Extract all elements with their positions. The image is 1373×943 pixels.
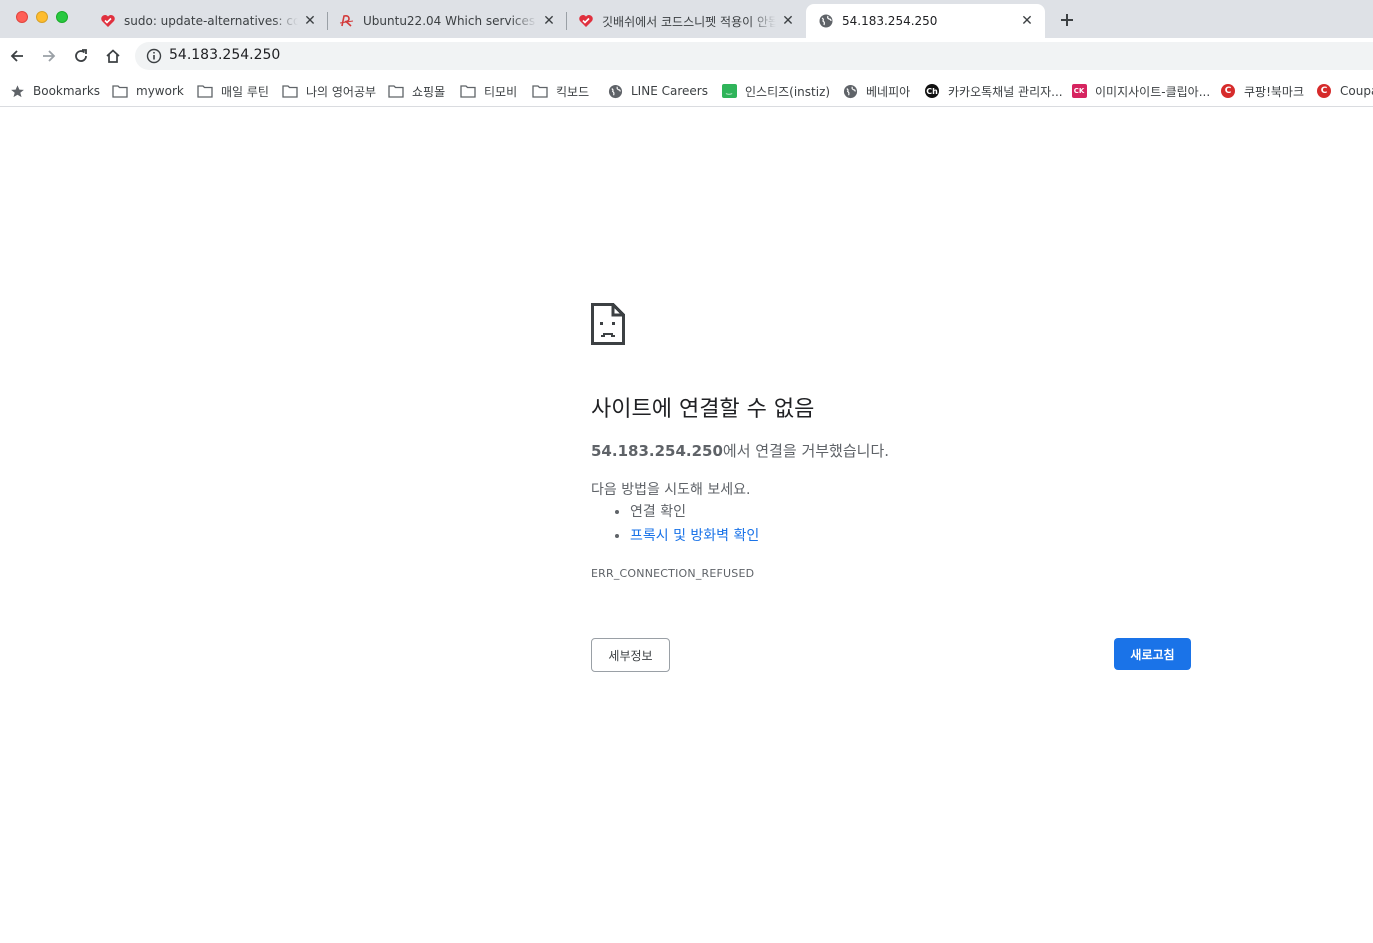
folder-icon (282, 83, 298, 99)
bookmark-label: 이미지사이트-클립아... (1095, 84, 1211, 99)
bookmark-label: 카카오톡채널 관리자... (948, 84, 1063, 99)
bookmark-benepia[interactable]: 베네피아 (842, 80, 910, 102)
suggestion-check-connection: 연결 확인 (630, 503, 759, 527)
error-heading: 사이트에 연결할 수 없음 (591, 397, 815, 422)
bookmark-bookmarks[interactable]: Bookmarks (9, 80, 100, 102)
tab-3[interactable]: 깃배쉬에서 코드스니펫 적용이 안됩니다 ✕ (566, 4, 806, 38)
arrow-left-icon (10, 50, 23, 62)
coupang-icon: C (1220, 83, 1236, 99)
home-button[interactable] (101, 44, 125, 68)
close-icon[interactable]: ✕ (541, 13, 557, 29)
address-bar[interactable]: 54.183.254.250 (135, 42, 1373, 70)
r-logo-icon (339, 13, 355, 29)
zoom-window-button[interactable] (56, 11, 68, 23)
arrow-right-icon (43, 50, 56, 62)
bookmark-folder-kickboard[interactable]: 킥보드 (532, 80, 589, 102)
bookmark-label: 쇼핑몰 (412, 84, 446, 99)
folder-icon (112, 83, 128, 99)
tab-title: 깃배쉬에서 코드스니펫 적용이 안됩니다 (602, 14, 776, 29)
tab-title: sudo: update-alternatives: command not f… (124, 14, 298, 28)
home-icon (106, 49, 120, 63)
coupang-icon: C (1316, 83, 1332, 99)
tab-title: 54.183.254.250 (842, 14, 938, 28)
error-description-text: 에서 연결을 거부했습니다. (722, 442, 890, 460)
bookmark-label: 티모비 (484, 84, 518, 99)
tab-strip: sudo: update-alternatives: command not f… (0, 0, 1373, 38)
bookmark-label: Coupa (1340, 84, 1373, 98)
bookmark-label: 킥보드 (556, 84, 590, 99)
globe-icon (818, 13, 834, 29)
info-icon[interactable] (146, 48, 162, 64)
suggestions-list: 연결 확인 프록시 및 방화벽 확인 (613, 503, 759, 551)
reload-page-button[interactable]: 새로고침 (1114, 638, 1191, 670)
error-description: 54.183.254.250에서 연결을 거부했습니다. (591, 440, 889, 461)
proxy-firewall-link[interactable]: 프록시 및 방화벽 확인 (630, 528, 759, 544)
close-icon[interactable]: ✕ (1019, 13, 1035, 29)
tab-1[interactable]: sudo: update-alternatives: command not f… (88, 4, 328, 38)
bookmark-label: 인스티즈(instiz) (745, 84, 831, 99)
bookmark-folder-mywork[interactable]: mywork (112, 80, 184, 102)
bookmarks-bar: Bookmarks mywork 매일 루틴 나의 영어공부 쇼핑몰 티모비 킥… (0, 74, 1373, 107)
bookmark-line-careers[interactable]: LINE Careers (607, 80, 708, 102)
bookmark-label: Bookmarks (33, 84, 101, 98)
heart-logo-icon (578, 13, 594, 29)
bookmark-clipart[interactable]: CK 이미지사이트-클립아... (1071, 80, 1210, 102)
bookmark-folder-routine[interactable]: 매일 루틴 (197, 80, 269, 102)
bookmark-label: 베네피아 (866, 84, 911, 99)
folder-icon (388, 83, 404, 99)
tab-4-active[interactable]: 54.183.254.250 ✕ (806, 4, 1045, 38)
bookmark-label: 매일 루틴 (221, 84, 269, 99)
forward-button[interactable] (37, 44, 61, 68)
close-icon[interactable]: ✕ (302, 13, 318, 29)
reload-icon (75, 49, 87, 62)
plus-icon (1061, 14, 1073, 26)
bookmark-coupang[interactable]: C 쿠팡!북마크 (1220, 80, 1304, 102)
instiz-icon: ‿ (721, 83, 737, 99)
new-tab-button[interactable] (1056, 9, 1078, 31)
details-button[interactable]: 세부정보 (591, 638, 670, 672)
suggestion-check-proxy-firewall: 프록시 및 방화벽 확인 (630, 527, 759, 551)
bookmark-label: mywork (136, 84, 184, 98)
error-code: ERR_CONNECTION_REFUSED (591, 567, 755, 580)
folder-icon (532, 83, 548, 99)
bookmark-coupang-2[interactable]: C Coupa (1316, 80, 1373, 102)
sad-document-icon (591, 303, 625, 345)
bookmark-label: 쿠팡!북마크 (1244, 84, 1305, 99)
folder-icon (197, 83, 213, 99)
ck-icon: CK (1071, 83, 1087, 99)
globe-icon (842, 83, 858, 99)
minimize-window-button[interactable] (36, 11, 48, 23)
suggestions-intro: 다음 방법을 시도해 보세요. (591, 482, 751, 498)
reload-button[interactable] (69, 44, 93, 68)
channel-icon: Ch (924, 83, 940, 99)
error-host: 54.183.254.250 (591, 442, 723, 460)
heart-logo-icon (100, 13, 116, 29)
bookmark-label: LINE Careers (631, 84, 708, 98)
bookmark-folder-timobi[interactable]: 티모비 (460, 80, 517, 102)
bookmark-folder-english[interactable]: 나의 영어공부 (282, 80, 376, 102)
globe-icon (607, 83, 623, 99)
close-icon[interactable]: ✕ (780, 13, 796, 29)
bookmark-instiz[interactable]: ‿ 인스티즈(instiz) (721, 80, 830, 102)
back-button[interactable] (5, 44, 29, 68)
star-icon (9, 83, 25, 99)
folder-icon (460, 83, 476, 99)
tab-title: Ubuntu22.04 Which services should be res… (363, 14, 537, 28)
close-window-button[interactable] (16, 11, 28, 23)
bookmark-kakao-channel[interactable]: Ch 카카오톡채널 관리자... (924, 80, 1063, 102)
bookmark-folder-shopping[interactable]: 쇼핑몰 (388, 80, 445, 102)
toolbar: 54.183.254.250 (0, 38, 1373, 74)
bookmark-label: 나의 영어공부 (306, 84, 377, 99)
tab-2[interactable]: Ubuntu22.04 Which services should be res… (327, 4, 567, 38)
url-text[interactable]: 54.183.254.250 (169, 47, 280, 63)
